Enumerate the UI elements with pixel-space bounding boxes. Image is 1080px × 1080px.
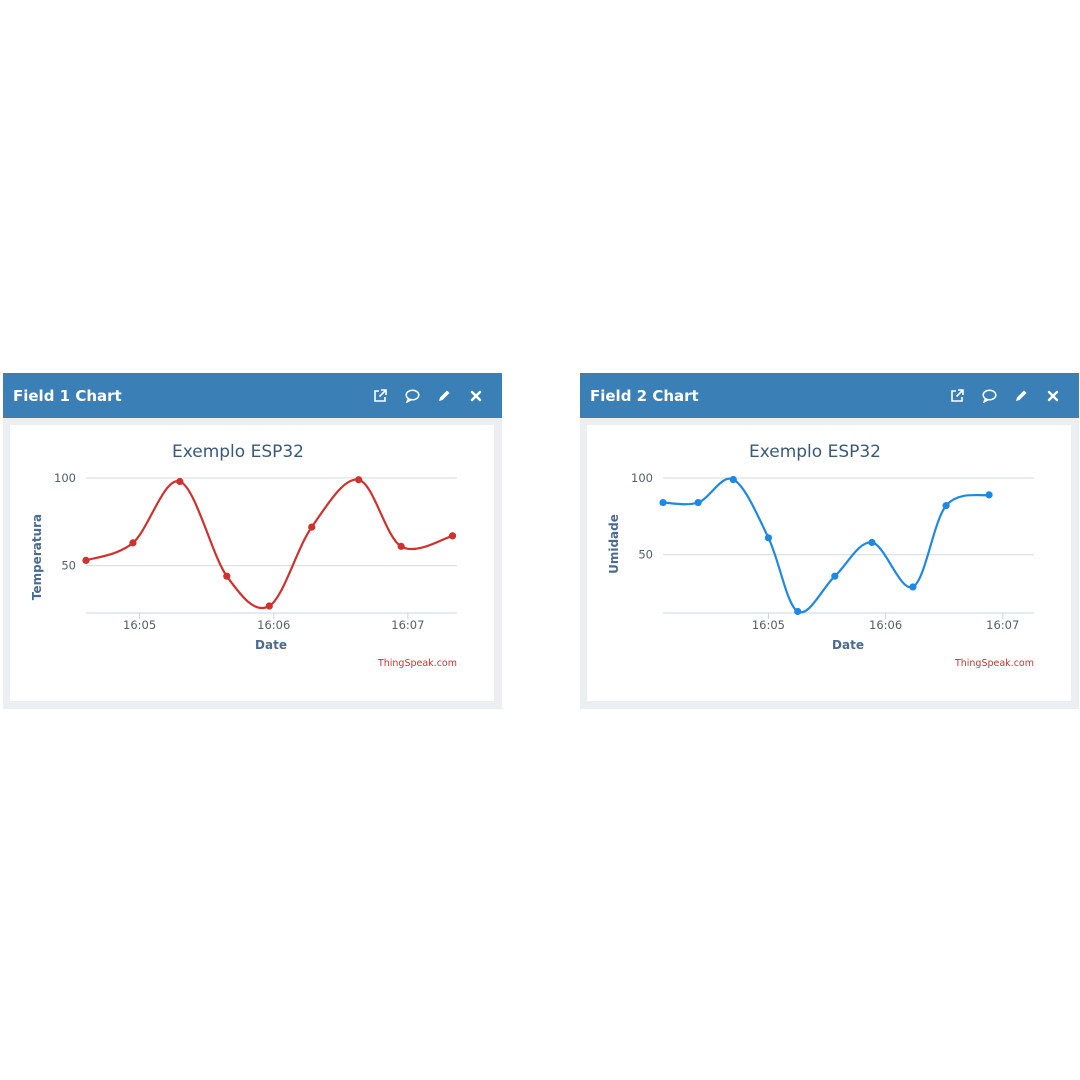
x-tick-label: 16:07	[986, 618, 1019, 632]
y-axis-title: Temperatura	[30, 514, 44, 600]
series-line	[662, 477, 990, 614]
widget-actions	[947, 386, 1063, 406]
y-tick-label: 50	[61, 559, 76, 573]
close-icon[interactable]	[1043, 386, 1063, 406]
data-point[interactable]	[223, 572, 231, 580]
data-point[interactable]	[308, 523, 316, 531]
field-1-chart-widget: Field 1 Chart Exemplo ESP32 Temperatura …	[3, 373, 502, 709]
data-point[interactable]	[129, 539, 137, 547]
widget-title: Field 1 Chart	[13, 386, 122, 405]
x-tick-label: 16:06	[257, 618, 290, 632]
widget-title: Field 2 Chart	[590, 386, 699, 405]
comment-icon[interactable]	[979, 386, 999, 406]
data-point[interactable]	[355, 476, 363, 484]
chart-area: Exemplo ESP32 Umidade Date ThingSpeak.co…	[587, 425, 1071, 701]
thingspeak-credit-link[interactable]: ThingSpeak.com	[377, 658, 457, 669]
widget-actions	[370, 386, 486, 406]
line-chart: Exemplo ESP32 Umidade Date ThingSpeak.co…	[607, 442, 1034, 669]
comment-icon[interactable]	[402, 386, 422, 406]
data-point[interactable]	[794, 607, 802, 616]
x-tick-label: 16:07	[391, 618, 424, 632]
series-line	[85, 478, 453, 610]
external-link-icon[interactable]	[947, 386, 967, 406]
chart-area: Exemplo ESP32 Temperatura Date ThingSpea…	[10, 425, 494, 701]
y-axis-title: Umidade	[607, 514, 621, 574]
data-point[interactable]	[764, 534, 773, 542]
x-tick-label: 16:05	[123, 618, 156, 632]
data-point[interactable]	[265, 602, 273, 610]
widget-header: Field 1 Chart	[3, 373, 502, 418]
x-axis-title: Date	[255, 638, 287, 652]
thingspeak-credit-link[interactable]: ThingSpeak.com	[954, 658, 1034, 669]
data-point[interactable]	[985, 491, 993, 499]
x-tick-label: 16:05	[752, 618, 785, 632]
y-tick-label: 100	[54, 471, 76, 485]
data-point[interactable]	[729, 475, 737, 484]
data-point[interactable]	[831, 572, 839, 580]
close-icon[interactable]	[466, 386, 486, 406]
field-2-chart-widget: Field 2 Chart Exemplo ESP32 Umidade Date…	[580, 373, 1079, 709]
pencil-icon[interactable]	[434, 386, 454, 406]
chart-title: Exemplo ESP32	[749, 442, 881, 462]
external-link-icon[interactable]	[370, 386, 390, 406]
line-chart: Exemplo ESP32 Temperatura Date ThingSpea…	[30, 442, 457, 669]
x-axis-title: Date	[832, 638, 864, 652]
widget-header: Field 2 Chart	[580, 373, 1079, 418]
chart-title: Exemplo ESP32	[172, 442, 304, 462]
y-tick-label: 100	[631, 471, 653, 485]
data-point[interactable]	[82, 556, 90, 565]
pencil-icon[interactable]	[1011, 386, 1031, 406]
data-point[interactable]	[868, 538, 876, 547]
data-point[interactable]	[942, 502, 950, 510]
data-point[interactable]	[176, 477, 184, 486]
x-tick-label: 16:06	[869, 618, 902, 632]
data-point[interactable]	[909, 583, 917, 591]
y-tick-label: 50	[638, 548, 653, 562]
data-point[interactable]	[694, 498, 702, 507]
data-point[interactable]	[397, 542, 405, 550]
data-point[interactable]	[448, 532, 457, 540]
data-point[interactable]	[659, 498, 667, 507]
